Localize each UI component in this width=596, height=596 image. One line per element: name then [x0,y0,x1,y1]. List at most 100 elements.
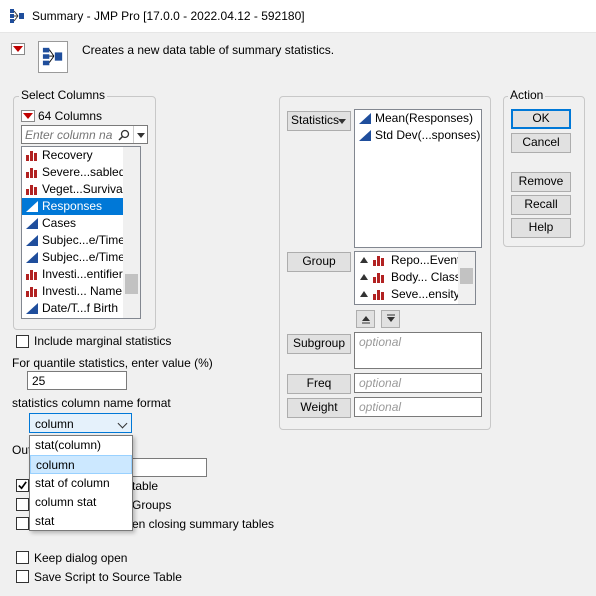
group-column-name: Body... Class [391,270,461,284]
dropdown-option[interactable]: stat [30,512,132,531]
groups-label: Groups [132,498,172,512]
save-script-checkbox[interactable] [16,570,29,583]
nominal-icon [26,168,37,178]
group-list-scrollbar[interactable] [458,252,475,304]
subgroup-field[interactable]: optional [354,332,482,369]
column-name: Investi...entifier [42,267,123,281]
freq-placeholder: optional [359,376,402,390]
red-triangle-icon [13,46,23,52]
column-list-scrollbar[interactable] [123,147,140,318]
sort-ascending-icon [360,291,368,297]
window-title: Summary - JMP Pro [17.0.0 - 2022.04.12 -… [32,9,305,23]
columns-red-triangle-menu[interactable] [21,110,35,122]
column-name: Veget...Survival [42,182,126,196]
column-name: Investi... Name [42,284,123,298]
cancel-button[interactable]: Cancel [511,133,571,153]
continuous-icon [359,113,371,124]
column-name: Subjec...e/Time [42,233,125,247]
quantile-input[interactable]: 25 [27,371,127,390]
weight-placeholder: optional [359,400,402,414]
column-name: Severe...sabled [42,165,126,179]
nominal-icon [26,151,37,161]
weight-button[interactable]: Weight [287,398,351,418]
column-search-box[interactable] [21,125,148,144]
nominal-icon [373,256,384,266]
ok-button[interactable]: OK [511,109,571,129]
continuous-icon [26,303,38,314]
freq-button[interactable]: Freq [287,374,351,394]
output-table-name-input[interactable] [120,458,207,477]
column-name: Subjec...e/Time [42,250,125,264]
check-icon [18,481,27,490]
name-format-dropdown[interactable]: stat(column) column stat of column column s… [29,435,133,531]
statistics-list-item[interactable]: Mean(Responses) [355,110,481,127]
closing-tables-checkbox[interactable] [16,517,29,530]
quantile-label: For quantile statistics, enter value (%) [12,356,213,370]
column-name: Cases [42,216,77,230]
column-name: Recovery [42,148,93,162]
group-list-item[interactable]: Seve...ensity [355,286,475,303]
marginal-stats-label: Include marginal statistics [34,334,172,348]
column-search-input[interactable] [22,126,117,143]
continuous-icon [26,235,38,246]
remove-button[interactable]: Remove [511,172,571,192]
chevron-down-icon [137,133,145,138]
statistics-button[interactable]: Statistics [287,111,351,131]
continuous-icon [26,252,38,263]
name-format-label: statistics column name format [12,396,171,410]
search-options-button[interactable] [133,126,148,143]
move-down-icon [386,314,395,322]
statistics-list[interactable]: Mean(Responses) Std Dev(...sponses) [354,109,482,248]
nominal-icon [373,290,384,300]
red-triangle-menu[interactable] [11,43,25,55]
groups-checkbox[interactable] [16,498,29,511]
sort-ascending-icon [360,274,368,280]
column-name: Responses [42,199,103,213]
link-table-checkbox[interactable] [16,479,29,492]
group-button[interactable]: Group [287,252,351,272]
group-column-name: Repo...Event [391,253,461,267]
keep-dialog-open-checkbox[interactable] [16,551,29,564]
nominal-icon [26,185,37,195]
group-column-name: Seve...ensity [391,287,460,301]
marginal-stats-checkbox[interactable] [16,335,29,348]
column-name: Date/T...f Birth [42,301,119,315]
save-script-label: Save Script to Source Table [34,570,182,584]
summary-app-icon [10,9,24,23]
statistics-button-label: Statistics [291,113,340,127]
continuous-icon [26,201,38,212]
move-down-button[interactable] [381,310,400,328]
red-triangle-icon [23,113,33,119]
nominal-icon [373,273,384,283]
group-list-item[interactable]: Body... Class [355,269,475,286]
group-list-item[interactable]: Repo...Event [355,252,475,269]
subgroup-placeholder: optional [359,335,402,349]
statistic-name: Mean(Responses) [375,111,474,125]
scrollbar-thumb[interactable] [125,274,138,294]
move-up-button[interactable] [356,310,375,328]
name-format-select[interactable]: column [29,413,132,433]
column-count: 64 Columns [38,109,103,123]
nominal-icon [26,287,37,297]
search-icon[interactable] [118,129,130,141]
chevron-down-icon [117,418,128,429]
recall-button[interactable]: Recall [511,195,571,215]
dropdown-option[interactable]: column stat [30,493,132,512]
nominal-icon [26,270,37,280]
keep-dialog-open-label: Keep dialog open [34,551,128,565]
move-up-icon [361,316,370,324]
scrollbar-thumb[interactable] [460,268,473,284]
dropdown-option[interactable]: stat of column [30,474,132,493]
statistics-list-item[interactable]: Std Dev(...sponses) [355,127,481,144]
summary-icon-frame [38,41,68,73]
subgroup-button[interactable]: Subgroup [287,334,351,354]
continuous-icon [359,130,371,141]
freq-field[interactable]: optional [354,373,482,393]
dropdown-option[interactable]: stat(column) [30,436,132,455]
name-format-value: column [35,417,74,431]
help-button[interactable]: Help [511,218,571,238]
weight-field[interactable]: optional [354,397,482,417]
closing-tables-label: en closing summary tables [132,517,275,531]
summary-table-icon [42,47,63,66]
dropdown-option[interactable]: column [30,455,132,474]
